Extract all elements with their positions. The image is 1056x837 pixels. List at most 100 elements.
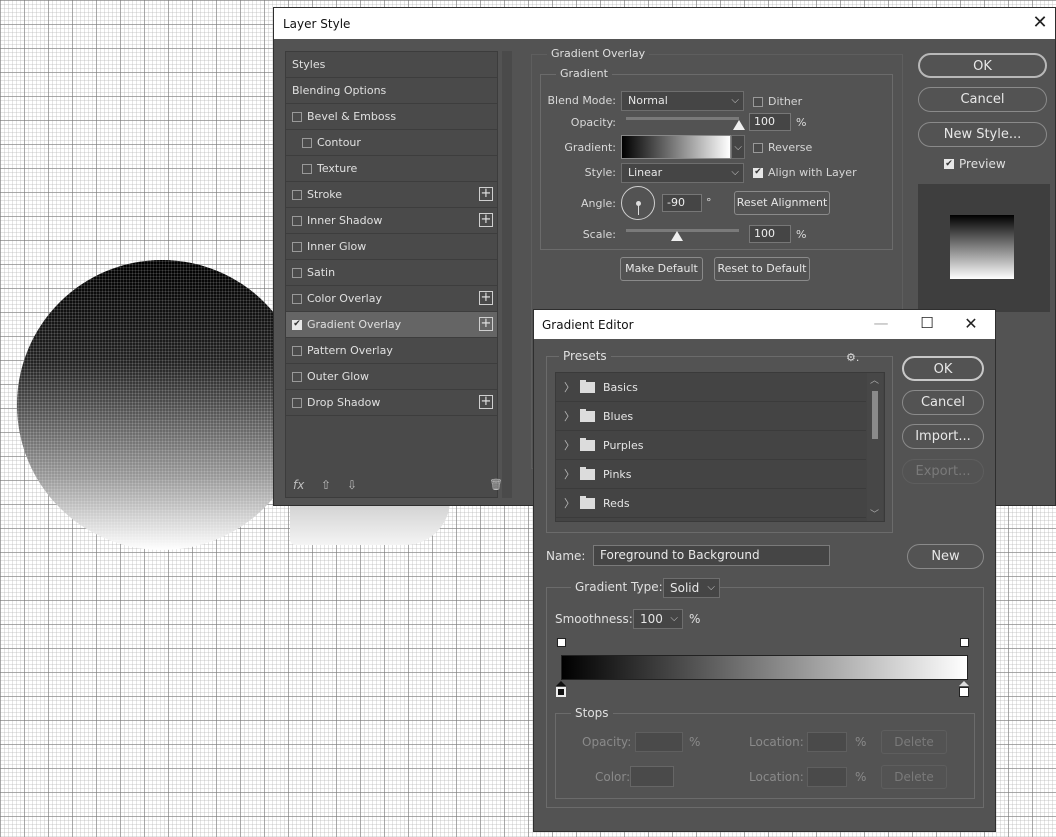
- style-item-pattern-overlay[interactable]: Pattern Overlay: [286, 338, 497, 364]
- gradient-swatch[interactable]: [621, 135, 731, 159]
- scrollbar-thumb[interactable]: [872, 391, 878, 439]
- chevron-right-icon[interactable]: 〉: [564, 408, 576, 424]
- align-check-icon[interactable]: ✔: [753, 167, 763, 178]
- style-item-color-overlay[interactable]: Color Overlay +: [286, 286, 497, 312]
- scroll-up-icon[interactable]: ︿: [870, 373, 879, 386]
- checkbox[interactable]: [292, 397, 302, 408]
- fx-icon[interactable]: fx: [293, 478, 304, 492]
- add-effect-icon[interactable]: +: [479, 187, 493, 201]
- style-item-label: Styles: [292, 58, 326, 71]
- style-item-stroke[interactable]: Stroke +: [286, 182, 497, 208]
- blend-mode-select[interactable]: Normal ⌵: [621, 91, 744, 111]
- preset-folder-blues[interactable]: 〉 Blues: [556, 402, 866, 431]
- scale-input[interactable]: 100: [749, 225, 791, 243]
- layer-style-ok-button[interactable]: OK: [918, 53, 1047, 78]
- checkbox[interactable]: [292, 241, 302, 252]
- checkbox[interactable]: [292, 293, 302, 304]
- color-stop-left[interactable]: [556, 687, 566, 697]
- preset-folder-basics[interactable]: 〉 Basics: [556, 373, 866, 402]
- color-stop-right[interactable]: [959, 687, 969, 697]
- checkbox[interactable]: [292, 267, 302, 278]
- minimize-icon[interactable]: —: [871, 314, 891, 332]
- style-item-blending-options[interactable]: Blending Options: [286, 78, 497, 104]
- trash-icon[interactable]: 🗑: [489, 478, 503, 491]
- close-icon[interactable]: ✕: [961, 314, 981, 333]
- angle-dial[interactable]: [621, 186, 655, 220]
- maximize-icon[interactable]: ☐: [917, 314, 937, 332]
- checkbox[interactable]: [292, 189, 302, 200]
- dither-checkbox[interactable]: Dither: [753, 95, 802, 108]
- gradient-bar[interactable]: [561, 655, 968, 680]
- scale-slider-thumb[interactable]: [670, 231, 683, 241]
- make-default-button[interactable]: Make Default: [620, 257, 703, 281]
- smoothness-select[interactable]: 100 ⌵: [633, 609, 683, 629]
- gradient-name-input[interactable]: Foreground to Background: [593, 545, 830, 566]
- checkbox[interactable]: [302, 137, 312, 148]
- gear-icon[interactable]: ⚙.: [846, 351, 859, 364]
- chevron-down-icon: ⌵: [670, 613, 678, 624]
- chevron-right-icon[interactable]: 〉: [564, 495, 576, 511]
- opacity-slider-track[interactable]: [626, 117, 739, 120]
- checkbox[interactable]: [292, 371, 302, 382]
- chevron-right-icon[interactable]: 〉: [564, 466, 576, 482]
- style-item-texture[interactable]: Texture: [286, 156, 497, 182]
- new-button[interactable]: New: [907, 544, 984, 569]
- stop-opacity-input: [635, 732, 683, 752]
- smoothness-label: Smoothness:: [555, 612, 633, 626]
- opacity-stop-right[interactable]: [960, 638, 969, 647]
- add-effect-icon[interactable]: +: [479, 291, 493, 305]
- add-effect-icon[interactable]: +: [479, 213, 493, 227]
- checkbox[interactable]: [302, 163, 312, 174]
- preset-folder-pinks[interactable]: 〉 Pinks: [556, 460, 866, 489]
- style-item-inner-glow[interactable]: Inner Glow: [286, 234, 497, 260]
- check-icon[interactable]: ✔: [292, 319, 302, 330]
- add-effect-icon[interactable]: +: [479, 395, 493, 409]
- reset-alignment-button[interactable]: Reset Alignment: [734, 191, 830, 215]
- style-item-contour[interactable]: Contour: [286, 130, 497, 156]
- presets-scrollbar[interactable]: ︿ ﹀: [867, 373, 883, 521]
- style-item-bevel-emboss[interactable]: Bevel & Emboss: [286, 104, 497, 130]
- opacity-input[interactable]: 100: [749, 113, 791, 131]
- folder-icon: [580, 408, 595, 422]
- move-up-icon[interactable]: ⇧: [321, 478, 331, 492]
- layer-style-cancel-button[interactable]: Cancel: [918, 87, 1047, 112]
- opacity-slider-thumb[interactable]: [733, 120, 745, 130]
- style-item-gradient-overlay[interactable]: ✔ Gradient Overlay +: [286, 312, 497, 338]
- preset-folder-purples[interactable]: 〉 Purples: [556, 431, 866, 460]
- style-item-satin[interactable]: Satin: [286, 260, 497, 286]
- chevron-right-icon[interactable]: 〉: [564, 437, 576, 453]
- align-with-layer-checkbox[interactable]: ✔ Align with Layer: [753, 166, 857, 179]
- editor-cancel-button[interactable]: Cancel: [902, 390, 984, 415]
- reverse-check-box[interactable]: [753, 142, 763, 153]
- close-icon[interactable]: ✕: [1031, 13, 1049, 33]
- editor-ok-button[interactable]: OK: [902, 356, 984, 381]
- preview-swatch: [950, 215, 1014, 279]
- style-item-drop-shadow[interactable]: Drop Shadow +: [286, 390, 497, 416]
- style-select[interactable]: Linear ⌵: [621, 163, 744, 183]
- new-style-button[interactable]: New Style...: [918, 122, 1047, 147]
- chevron-right-icon[interactable]: 〉: [564, 379, 576, 395]
- checkbox[interactable]: [292, 215, 302, 226]
- checkbox[interactable]: [292, 111, 302, 122]
- import-button[interactable]: Import...: [902, 424, 984, 449]
- gradient-type-value: Solid: [670, 581, 700, 595]
- gradient-type-select[interactable]: Solid ⌵: [663, 578, 720, 598]
- opacity-stop-left[interactable]: [557, 638, 566, 647]
- folder-icon: [580, 466, 595, 480]
- reverse-checkbox[interactable]: Reverse: [753, 141, 812, 154]
- style-item-outer-glow[interactable]: Outer Glow: [286, 364, 497, 390]
- gradient-picker-dropdown[interactable]: ⌵: [731, 135, 745, 159]
- preview-checkbox[interactable]: ✔ Preview: [944, 157, 1006, 171]
- style-item-inner-shadow[interactable]: Inner Shadow +: [286, 208, 497, 234]
- angle-input[interactable]: -90: [662, 194, 702, 212]
- dither-check-box[interactable]: [753, 96, 763, 107]
- scroll-down-icon[interactable]: ﹀: [870, 507, 879, 520]
- preview-check-icon[interactable]: ✔: [944, 159, 954, 169]
- checkbox[interactable]: [292, 345, 302, 356]
- add-effect-icon[interactable]: +: [479, 317, 493, 331]
- reset-to-default-button[interactable]: Reset to Default: [714, 257, 810, 281]
- preset-folder-reds[interactable]: 〉 Reds: [556, 489, 866, 518]
- styles-list-scrollbar[interactable]: [502, 51, 512, 498]
- move-down-icon[interactable]: ⇩: [347, 478, 357, 492]
- style-item-styles[interactable]: Styles: [286, 52, 497, 78]
